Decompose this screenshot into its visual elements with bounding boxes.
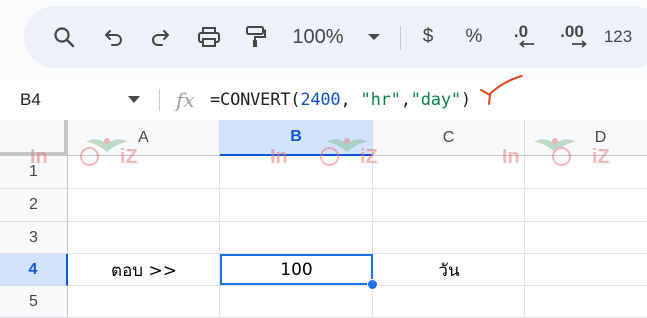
print-icon[interactable] (192, 6, 226, 68)
increase-decimal-label: .00 (560, 22, 584, 41)
watermark-q-icon (320, 147, 339, 166)
active-cell-selection (220, 254, 373, 285)
search-menus-icon[interactable] (48, 6, 80, 68)
chevron-down-icon[interactable] (362, 6, 386, 68)
toolbar-divider (400, 26, 401, 50)
currency-format-button[interactable]: $ (416, 6, 440, 68)
column-divider (524, 156, 525, 318)
formula-function: =CONVERT( (210, 90, 301, 110)
watermark-text-right: iZ (120, 146, 138, 168)
name-box[interactable]: B4 (20, 80, 41, 120)
formula-bar-divider (159, 89, 160, 111)
decrease-decimal-button[interactable]: .0 (504, 6, 538, 68)
watermark-logo: In iZ (500, 132, 620, 168)
row-divider (68, 221, 647, 222)
formula-string-1: "hr" (360, 90, 401, 110)
watermark-text-left: In (270, 146, 288, 168)
paint-format-icon[interactable] (238, 6, 272, 68)
watermark-text-right: iZ (360, 146, 378, 168)
row-header-5[interactable]: 5 (0, 286, 68, 318)
formula-separator-1: , (340, 90, 361, 110)
toolbar: 100% $ % .0 .00 123 (24, 6, 647, 68)
watermark-text-right: iZ (592, 146, 610, 168)
watermark-logo: In iZ (268, 132, 388, 168)
percent-format-button[interactable]: % (462, 6, 486, 68)
decrease-decimal-label: .0 (513, 22, 529, 41)
percent-symbol: % (465, 26, 483, 47)
column-divider (372, 156, 373, 318)
watermark-text-left: In (30, 146, 48, 168)
increase-decimal-button[interactable]: .00 (552, 6, 592, 68)
row-divider (68, 188, 647, 189)
formula-separator-2: , (400, 90, 411, 110)
arrow-right-icon (572, 40, 587, 48)
formula-bar: B4 fx =CONVERT(2400, "hr","day") (0, 80, 647, 120)
cell-a4[interactable]: ตอบ >> (68, 254, 220, 286)
row-header-4[interactable]: 4 (0, 254, 68, 286)
watermark-text-left: In (502, 146, 520, 168)
number-format-button[interactable]: 123 (600, 6, 636, 68)
row-header-3[interactable]: 3 (0, 222, 68, 254)
zoom-select[interactable]: 100% (286, 6, 350, 68)
name-box-dropdown-icon[interactable] (128, 96, 140, 103)
zoom-value: 100% (292, 25, 344, 48)
column-divider (219, 156, 220, 318)
currency-symbol: $ (422, 26, 434, 47)
formula-string-2: "day" (410, 90, 461, 110)
watermark-q-icon (80, 147, 99, 166)
row-header-2[interactable]: 2 (0, 189, 68, 222)
formula-input[interactable]: =CONVERT(2400, "hr","day") (210, 80, 471, 120)
formula-number: 2400 (300, 90, 341, 110)
cell-c4[interactable]: วัน (373, 254, 525, 286)
sheet-grid: A B C D 1 2 3 4 5 In iZ In iZ In iZ ตอบ … (0, 120, 647, 318)
undo-icon[interactable] (98, 6, 130, 68)
spreadsheet-window: 100% $ % .0 .00 123 B4 fx =CONVERT(2400,… (0, 0, 647, 318)
fx-icon: fx (176, 88, 195, 112)
number-format-label: 123 (603, 27, 633, 46)
watermark-q-icon (552, 147, 571, 166)
annotation-arrow-icon (480, 75, 523, 105)
watermark-logo: In iZ (28, 132, 148, 168)
redo-icon[interactable] (144, 6, 176, 68)
arrow-left-icon (519, 40, 534, 48)
fill-handle[interactable] (367, 279, 378, 290)
